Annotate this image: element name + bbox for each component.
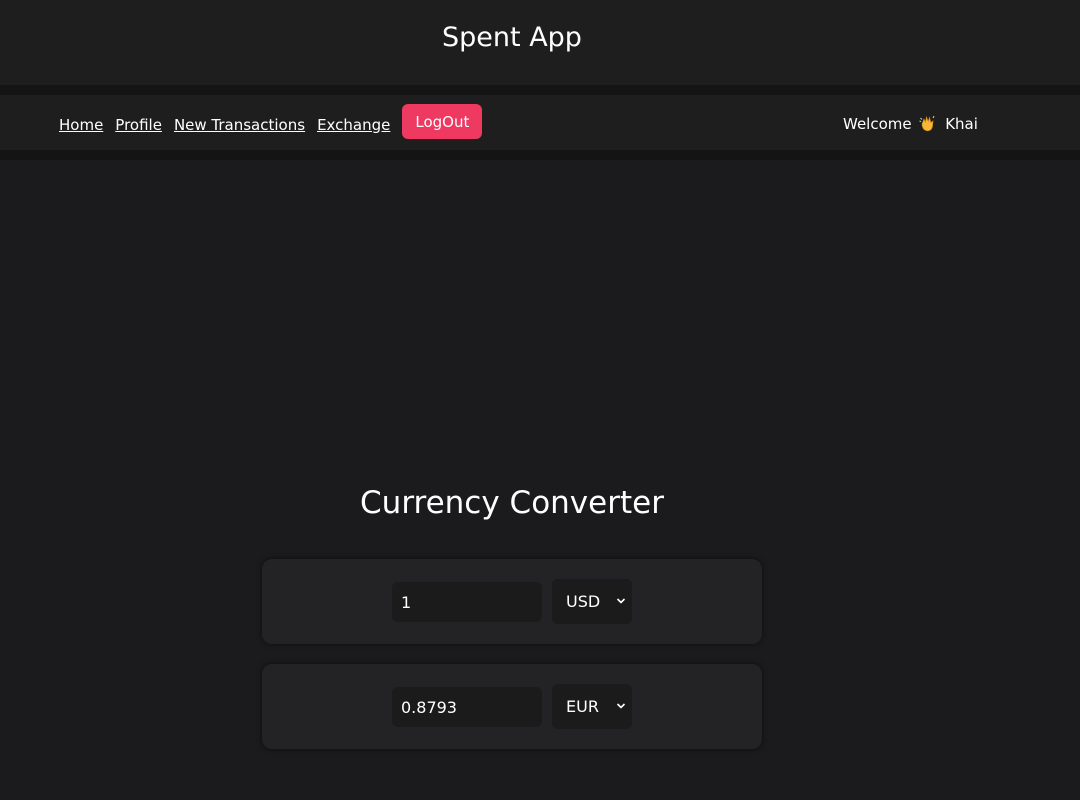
waving-hand-icon (918, 113, 938, 133)
nav-link-new-transactions[interactable]: New Transactions (174, 115, 305, 135)
nav-link-exchange[interactable]: Exchange (317, 115, 390, 135)
to-currency-select[interactable]: EUR (552, 684, 632, 729)
app-header: Spent App (0, 0, 1080, 85)
nav-links: Home Profile New Transactions Exchange L… (59, 104, 483, 142)
from-currency-select[interactable]: USD (552, 579, 632, 624)
app-title: Spent App (442, 22, 582, 53)
chevron-down-icon (616, 703, 626, 709)
navbar: Home Profile New Transactions Exchange L… (0, 95, 1080, 150)
converter-title: Currency Converter (360, 485, 664, 521)
chevron-down-icon (616, 598, 626, 604)
from-currency-row: USD (262, 559, 762, 644)
from-currency-value: USD (566, 592, 601, 611)
from-amount-input[interactable] (392, 582, 542, 622)
to-amount-input[interactable] (392, 687, 542, 727)
nav-link-home[interactable]: Home (59, 115, 103, 135)
user-name: Khai (945, 115, 978, 133)
logout-button[interactable]: LogOut (402, 104, 483, 139)
navbar-divider (0, 150, 1080, 160)
welcome-text: Welcome (843, 115, 912, 133)
to-currency-value: EUR (566, 697, 599, 716)
to-currency-row: EUR (262, 664, 762, 749)
welcome-message: Welcome Khai (843, 113, 978, 134)
nav-link-profile[interactable]: Profile (115, 115, 162, 135)
header-divider (0, 85, 1080, 95)
